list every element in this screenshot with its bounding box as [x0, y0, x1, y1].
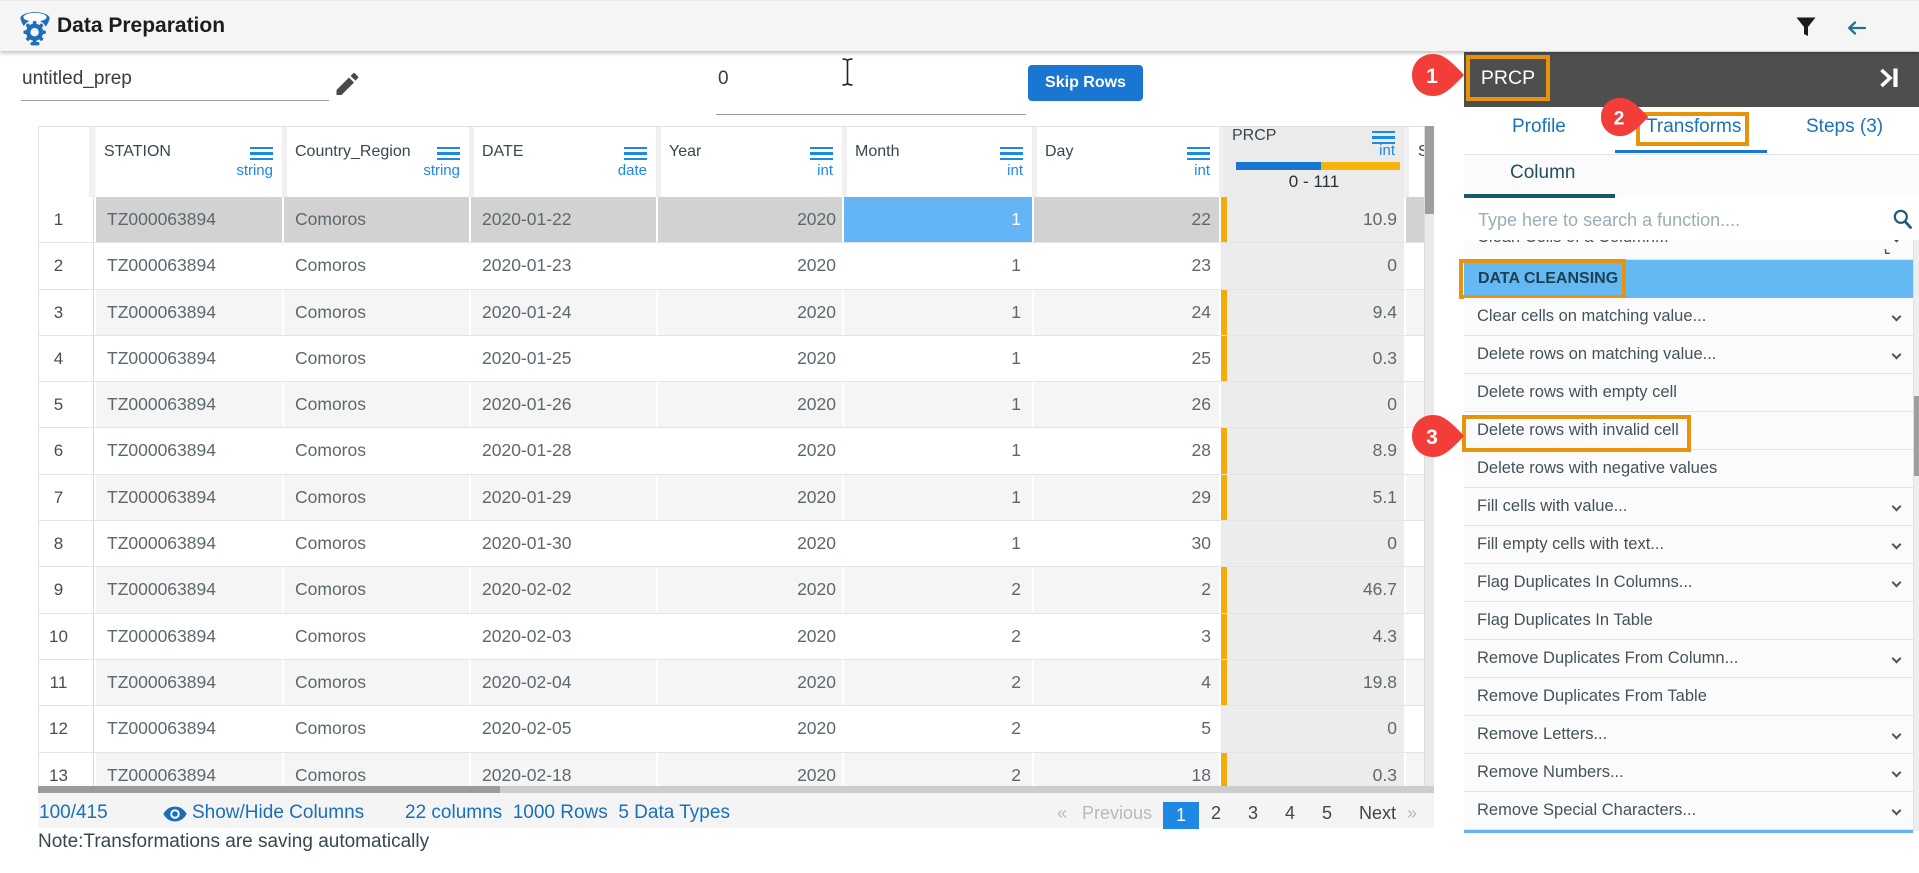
svg-text:2: 2 [1614, 108, 1625, 129]
svg-text:3: 3 [1426, 426, 1438, 449]
svg-text:1: 1 [1426, 65, 1438, 88]
